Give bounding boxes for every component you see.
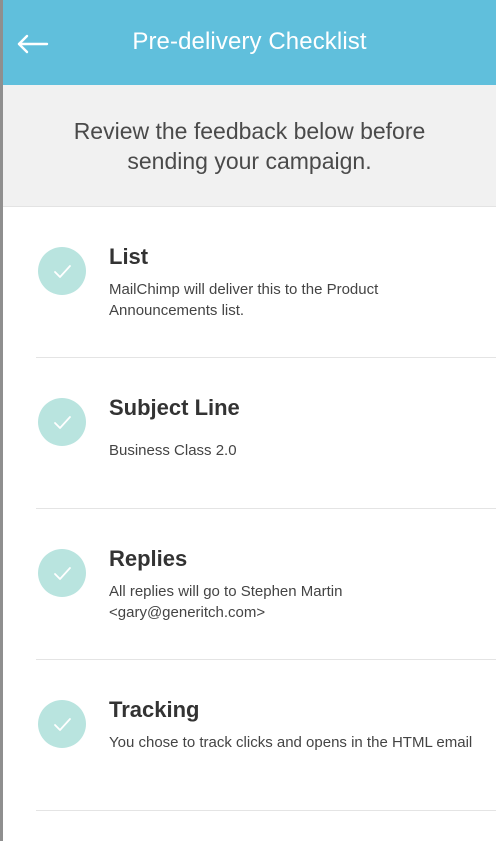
page-title: Pre-delivery Checklist	[132, 28, 367, 55]
item-title: Replies	[109, 546, 188, 571]
status-check-badge	[38, 247, 86, 295]
check-icon	[54, 265, 71, 278]
item-title: Subject Line	[109, 395, 240, 420]
checklist-screen: Pre-delivery Checklist Review the feedba…	[0, 0, 496, 841]
check-icon	[54, 718, 71, 731]
item-description: All replies will go to Stephen Martin <g…	[109, 583, 343, 621]
intro-text: Review the feedback below before sending…	[73, 117, 426, 174]
status-check-badge	[38, 700, 86, 748]
status-check-badge	[38, 398, 86, 446]
checklist-item-tracking[interactable]: Tracking You chose to track clicks and o…	[3, 660, 496, 811]
item-title: Tracking	[109, 697, 200, 722]
intro-banner: Review the feedback below before sending…	[3, 85, 496, 207]
checklist: List MailChimp will deliver this to the …	[3, 207, 496, 811]
item-description: You chose to track clicks and opens in t…	[109, 734, 473, 751]
check-icon	[54, 416, 71, 429]
item-title: List	[109, 244, 149, 269]
check-icon	[54, 567, 71, 580]
checklist-item-list[interactable]: List MailChimp will deliver this to the …	[3, 207, 496, 358]
checklist-item-replies[interactable]: Replies All replies will go to Stephen M…	[3, 509, 496, 660]
divider	[36, 810, 496, 811]
item-description: Business Class 2.0	[109, 442, 237, 459]
status-check-badge	[38, 549, 86, 597]
item-description: MailChimp will deliver this to the Produ…	[109, 281, 379, 319]
app-header: Pre-delivery Checklist	[3, 0, 496, 85]
checklist-item-subject-line[interactable]: Subject Line Business Class 2.0	[3, 358, 496, 509]
